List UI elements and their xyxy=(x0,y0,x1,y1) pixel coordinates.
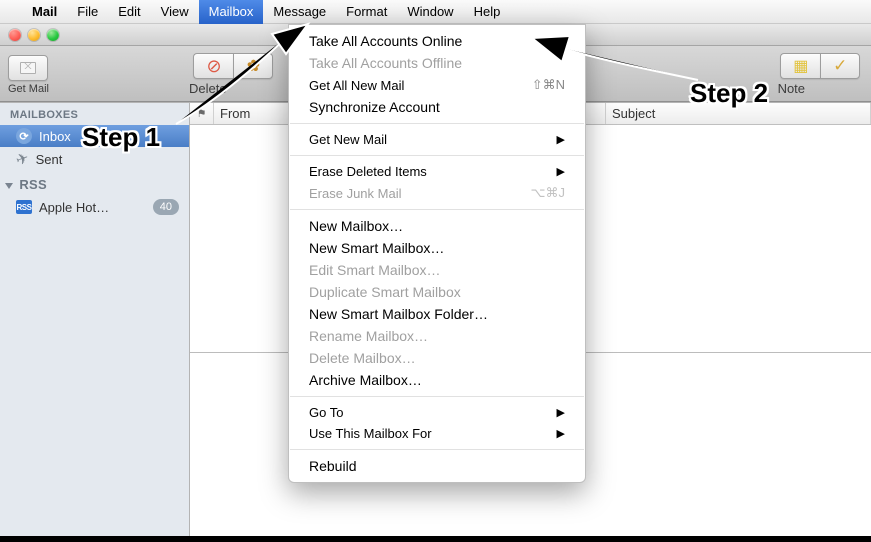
window-controls xyxy=(0,29,59,41)
menu-shortcut: ⌥⌘J xyxy=(513,185,565,201)
view-menu[interactable]: View xyxy=(151,0,199,24)
menu-shortcut: ⇧⌘N xyxy=(514,77,565,93)
sidebar-item-rss-feed[interactable]: RSS Apple Hot… 40 xyxy=(0,196,189,218)
delete-button[interactable]: ⊘ xyxy=(193,53,233,79)
menu-erase-deleted[interactable]: Erase Deleted Items ▶ xyxy=(289,161,585,182)
menu-delete-mailbox: Delete Mailbox… xyxy=(289,347,585,369)
unread-count-badge: 40 xyxy=(153,199,179,215)
menu-new-smart-folder[interactable]: New Smart Mailbox Folder… xyxy=(289,303,585,325)
menu-separator xyxy=(290,123,584,124)
note-label: Note xyxy=(778,81,805,96)
delete-label: Delete xyxy=(189,81,227,96)
sidebar-item-sent[interactable]: ✈ Sent xyxy=(0,147,189,171)
close-window-button[interactable] xyxy=(9,29,21,41)
menu-item-label: Use This Mailbox For xyxy=(309,426,432,441)
menu-get-all-new[interactable]: Get All New Mail ⇧⌘N xyxy=(289,74,585,96)
get-mail-button[interactable] xyxy=(8,55,48,81)
get-mail-label: Get Mail xyxy=(8,83,49,95)
menu-rename: Rename Mailbox… xyxy=(289,325,585,347)
menu-goto[interactable]: Go To ▶ xyxy=(289,402,585,423)
no-sign-icon: ⊘ xyxy=(206,56,221,77)
menu-item-label: Erase Deleted Items xyxy=(309,164,427,179)
help-menu[interactable]: Help xyxy=(464,0,511,24)
todo-button[interactable]: ✓ xyxy=(820,53,860,79)
menu-rebuild[interactable]: Rebuild xyxy=(289,455,585,477)
minimize-window-button[interactable] xyxy=(28,29,40,41)
note-button[interactable]: ▦ xyxy=(780,53,820,79)
toolbar-delete-junk: ⊘ ✿ Delete Junk xyxy=(189,53,278,96)
sidebar-item-label: Apple Hot… xyxy=(39,200,109,215)
menu-edit-smart: Edit Smart Mailbox… xyxy=(289,259,585,281)
paper-plane-icon: ✈ xyxy=(13,148,31,169)
menu-erase-junk: Erase Junk Mail ⌥⌘J xyxy=(289,182,585,204)
rss-header-label: RSS xyxy=(19,177,47,192)
inbox-icon: ⟳ xyxy=(16,128,32,144)
sidebar-header-rss: RSS xyxy=(0,171,189,196)
menu-use-for[interactable]: Use This Mailbox For ▶ xyxy=(289,423,585,444)
mailbox-dropdown: Take All Accounts Online Take All Accoun… xyxy=(288,24,586,483)
mailbox-menu[interactable]: Mailbox xyxy=(199,0,264,24)
checkmark-icon: ✓ xyxy=(833,56,847,76)
sidebar-header-mailboxes: MAILBOXES xyxy=(0,103,189,125)
menu-new-mailbox[interactable]: New Mailbox… xyxy=(289,215,585,237)
envelope-icon xyxy=(20,62,36,74)
menu-separator xyxy=(290,209,584,210)
submenu-arrow-icon: ▶ xyxy=(557,165,565,178)
sidebar-item-inbox[interactable]: ⟳ Inbox xyxy=(0,125,189,147)
menu-get-new[interactable]: Get New Mail ▶ xyxy=(289,129,585,150)
sidebar: MAILBOXES ⟳ Inbox ✈ Sent RSS RSS Apple H… xyxy=(0,103,190,542)
format-menu[interactable]: Format xyxy=(336,0,397,24)
app-menu[interactable]: Mail xyxy=(22,0,67,24)
toolbar-note: ▦ ✓ Note To Do xyxy=(778,53,863,96)
submenu-arrow-icon: ▶ xyxy=(557,406,565,419)
edit-menu[interactable]: Edit xyxy=(108,0,150,24)
message-menu[interactable]: Message xyxy=(263,0,336,24)
menu-dup-smart: Duplicate Smart Mailbox xyxy=(289,281,585,303)
screenshot-bottom-border xyxy=(0,536,871,542)
menu-item-label: Get New Mail xyxy=(309,132,387,147)
submenu-arrow-icon: ▶ xyxy=(557,133,565,146)
menu-separator xyxy=(290,396,584,397)
sidebar-item-label: Inbox xyxy=(39,129,71,144)
junk-button[interactable]: ✿ xyxy=(233,53,273,79)
menu-sync[interactable]: Synchronize Account xyxy=(289,96,585,118)
column-flag[interactable]: ⚑ xyxy=(190,103,214,124)
junk-icon: ✿ xyxy=(247,56,260,76)
column-subject[interactable]: Subject xyxy=(606,103,871,124)
menu-item-label: Get All New Mail xyxy=(309,78,404,93)
sidebar-item-label: Sent xyxy=(36,152,63,167)
menu-archive[interactable]: Archive Mailbox… xyxy=(289,369,585,391)
disclosure-triangle-icon[interactable] xyxy=(5,183,13,189)
rss-badge-icon: RSS xyxy=(16,200,32,214)
menu-item-label: Go To xyxy=(309,405,343,420)
menu-item-label: Erase Junk Mail xyxy=(309,186,401,201)
system-menubar: Mail File Edit View Mailbox Message Form… xyxy=(0,0,871,24)
note-icon: ▦ xyxy=(793,56,808,76)
menu-separator xyxy=(290,449,584,450)
zoom-window-button[interactable] xyxy=(47,29,59,41)
submenu-arrow-icon: ▶ xyxy=(557,427,565,440)
file-menu[interactable]: File xyxy=(67,0,108,24)
menu-new-smart[interactable]: New Smart Mailbox… xyxy=(289,237,585,259)
menu-separator xyxy=(290,155,584,156)
flag-icon: ⚑ xyxy=(197,107,207,120)
menu-take-online[interactable]: Take All Accounts Online xyxy=(289,30,585,52)
toolbar-get-mail: Get Mail xyxy=(8,55,49,95)
window-menu[interactable]: Window xyxy=(397,0,463,24)
menu-take-offline: Take All Accounts Offline xyxy=(289,52,585,74)
